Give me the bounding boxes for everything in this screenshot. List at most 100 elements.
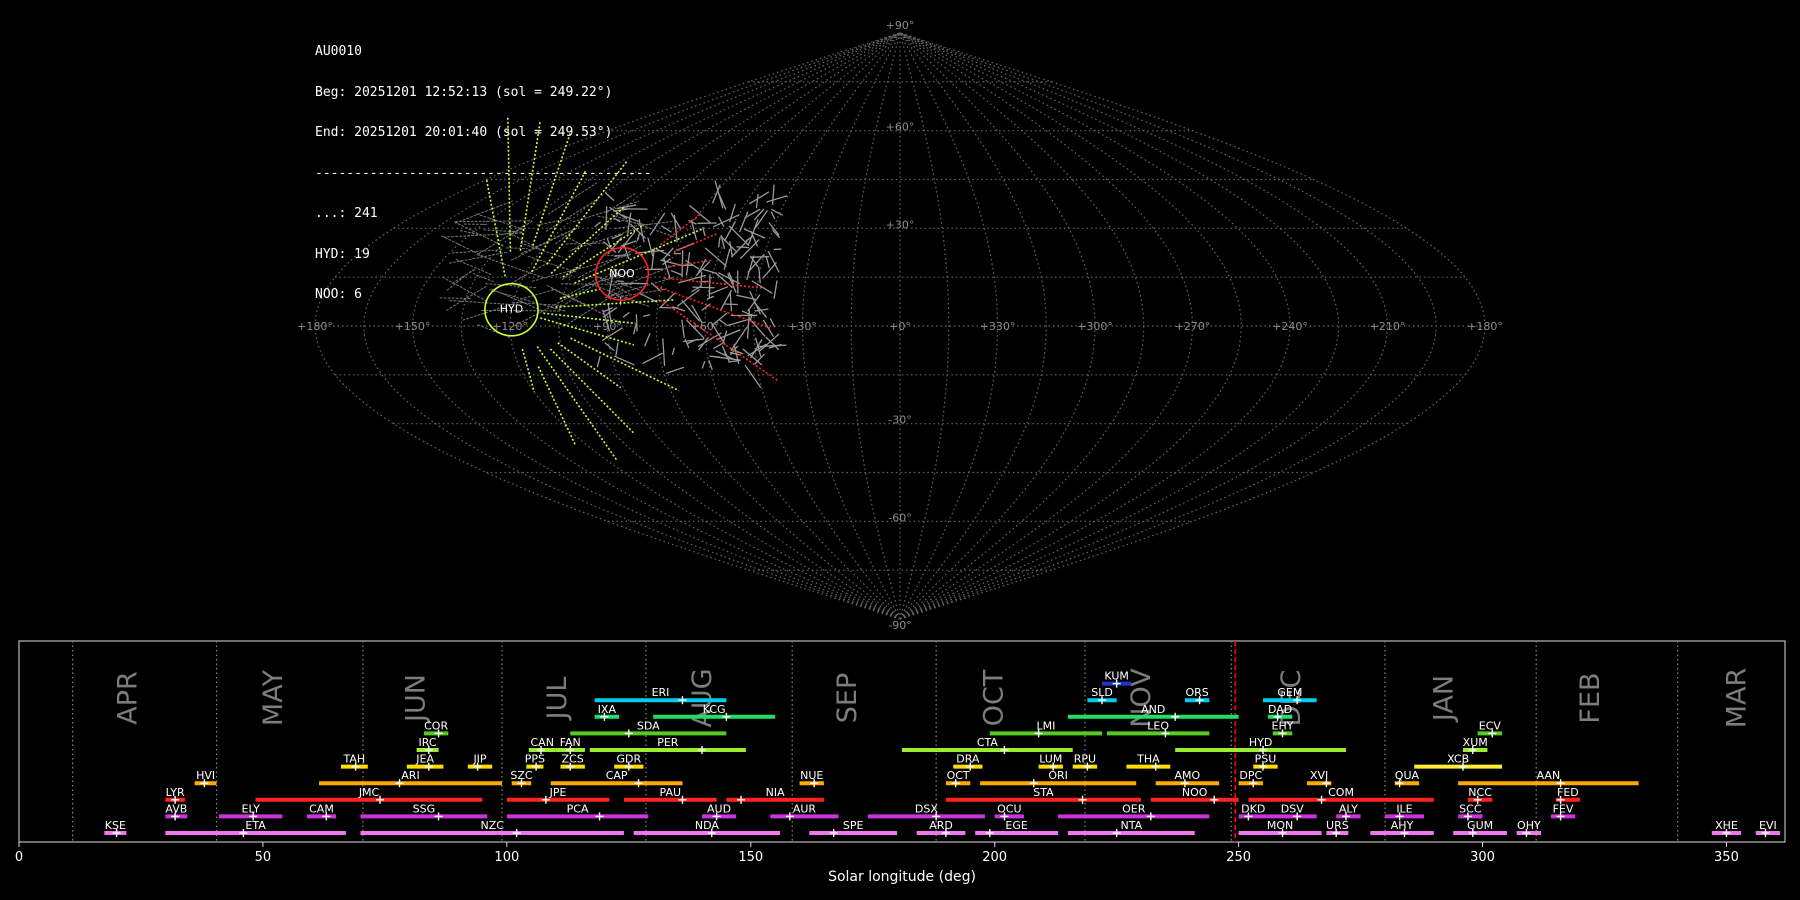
shower-label-per: PER <box>657 736 679 749</box>
shower-label-nta: NTA <box>1120 819 1142 832</box>
shower-label-aur: AUR <box>793 802 817 815</box>
shower-label-dpc: DPC <box>1239 769 1262 782</box>
shower-label-gdr: GDR <box>616 753 641 766</box>
shower-label-amo: AMO <box>1175 769 1201 782</box>
shower-label-ors: ORS <box>1185 686 1208 699</box>
shower-label-rpu: RPU <box>1074 753 1096 766</box>
shower-label-pca: PCA <box>567 802 589 815</box>
x-tick-label: 300 <box>1470 850 1495 865</box>
shower-label-ori: ORI <box>1048 769 1068 782</box>
shower-label-and: AND <box>1141 703 1165 716</box>
shower-label-fan: FAN <box>560 736 581 749</box>
shower-label-scc: SCC <box>1459 802 1482 815</box>
shower-label-urs: URS <box>1326 819 1349 832</box>
shower-label-com: COM <box>1328 786 1354 799</box>
x-tick-label: 50 <box>255 850 272 865</box>
shower-label-xhe: XHE <box>1715 819 1738 832</box>
shower-label-tah: TAH <box>343 753 366 766</box>
x-axis-label: Solar longitude (deg) <box>828 869 976 885</box>
shower-label-lyr: LYR <box>166 786 185 799</box>
month-label: FEB <box>1575 672 1606 723</box>
shower-label-aan: AAN <box>1537 769 1561 782</box>
shower-label-ssg: SSG <box>413 802 436 815</box>
x-tick-label: 350 <box>1714 850 1739 865</box>
shower-label-evi: EVI <box>1759 819 1777 832</box>
shower-label-ari: ARI <box>401 769 419 782</box>
shower-label-szc: SZC <box>510 769 533 782</box>
month-label: MAR <box>1721 668 1752 729</box>
shower-label-xum: XUM <box>1463 736 1488 749</box>
shower-label-spe: SPE <box>843 819 864 832</box>
shower-label-cta: CTA <box>977 736 999 749</box>
shower-label-eta: ETA <box>245 819 266 832</box>
shower-label-ehy: EHY <box>1272 719 1294 732</box>
shower-label-lum: LUM <box>1039 753 1062 766</box>
shower-label-irc: IRC <box>419 736 437 749</box>
x-tick-label: 100 <box>494 850 519 865</box>
shower-label-aud: AUD <box>707 802 731 815</box>
shower-label-fed: FED <box>1557 786 1579 799</box>
shower-label-dra: DRA <box>956 753 980 766</box>
shower-label-cor: COR <box>424 719 448 732</box>
shower-label-ahy: AHY <box>1391 819 1414 832</box>
shower-label-jip: JIP <box>472 753 486 766</box>
shower-label-xvi: XVI <box>1310 769 1328 782</box>
shower-label-dad: DAD <box>1268 703 1292 716</box>
shower-label-ege: EGE <box>1005 819 1027 832</box>
shower-label-nia: NIA <box>766 786 785 799</box>
shower-label-dkd: DKD <box>1241 802 1265 815</box>
month-label: SEP <box>832 673 863 723</box>
shower-label-gem: GEM <box>1277 686 1302 699</box>
shower-label-oer: OER <box>1122 802 1146 815</box>
shower-label-hyd: HYD <box>1249 736 1272 749</box>
shower-label-avb: AVB <box>165 802 187 815</box>
shower-label-nue: NUE <box>800 769 823 782</box>
shower-label-nzc: NZC <box>480 819 504 832</box>
x-tick-label: 250 <box>1226 850 1251 865</box>
shower-label-ecv: ECV <box>1479 719 1502 732</box>
shower-label-jmc: JMC <box>358 786 380 799</box>
shower-label-ohy: OHY <box>1517 819 1541 832</box>
shower-label-sta: STA <box>1033 786 1054 799</box>
shower-label-ely: ELY <box>242 802 261 815</box>
shower-label-psu: PSU <box>1255 753 1277 766</box>
x-tick-label: 200 <box>982 850 1007 865</box>
x-tick-label: 0 <box>15 850 23 865</box>
month-label: OCT <box>979 669 1010 726</box>
shower-label-cam: CAM <box>309 802 334 815</box>
month-label: MAY <box>258 669 289 726</box>
shower-label-xcb: XCB <box>1447 753 1469 766</box>
shower-label-pau: PAU <box>660 786 682 799</box>
shower-label-gum: GUM <box>1467 819 1493 832</box>
shower-label-kse: KSE <box>105 819 126 832</box>
shower-label-kum: KUM <box>1104 670 1128 683</box>
month-label: APR <box>113 671 144 725</box>
shower-label-aly: ALY <box>1339 802 1358 815</box>
shower-label-dsx: DSX <box>915 802 938 815</box>
shower-label-leo: LEO <box>1147 719 1169 732</box>
shower-label-cap: CAP <box>606 769 628 782</box>
shower-label-ard: ARD <box>929 819 953 832</box>
shower-label-nda: NDA <box>695 819 720 832</box>
shower-label-ocu: OCU <box>997 802 1021 815</box>
shower-label-lmi: LMI <box>1036 719 1055 732</box>
shower-label-jea: JEA <box>415 753 434 766</box>
x-tick-label: 150 <box>738 850 763 865</box>
month-label: JAN <box>1429 675 1460 723</box>
shower-label-eri: ERI <box>652 686 670 699</box>
shower-label-sda: SDA <box>637 719 660 732</box>
shower-label-fev: FEV <box>1553 802 1574 815</box>
shower-label-kcg: KCG <box>703 703 726 716</box>
shower-label-ixa: IXA <box>598 703 617 716</box>
shower-label-zcs: ZCS <box>562 753 584 766</box>
shower-label-sld: SLD <box>1091 686 1113 699</box>
shower-label-ncc: NCC <box>1468 786 1492 799</box>
shower-label-can: CAN <box>530 736 553 749</box>
shower-label-mon: MON <box>1267 819 1293 832</box>
shower-label-tha: THA <box>1136 753 1160 766</box>
month-label: JUN <box>400 674 431 724</box>
shower-label-oct: OCT <box>947 769 970 782</box>
month-label: JUL <box>542 677 573 722</box>
shower-label-hvi: HVI <box>196 769 215 782</box>
shower-label-noo: NOO <box>1182 786 1208 799</box>
